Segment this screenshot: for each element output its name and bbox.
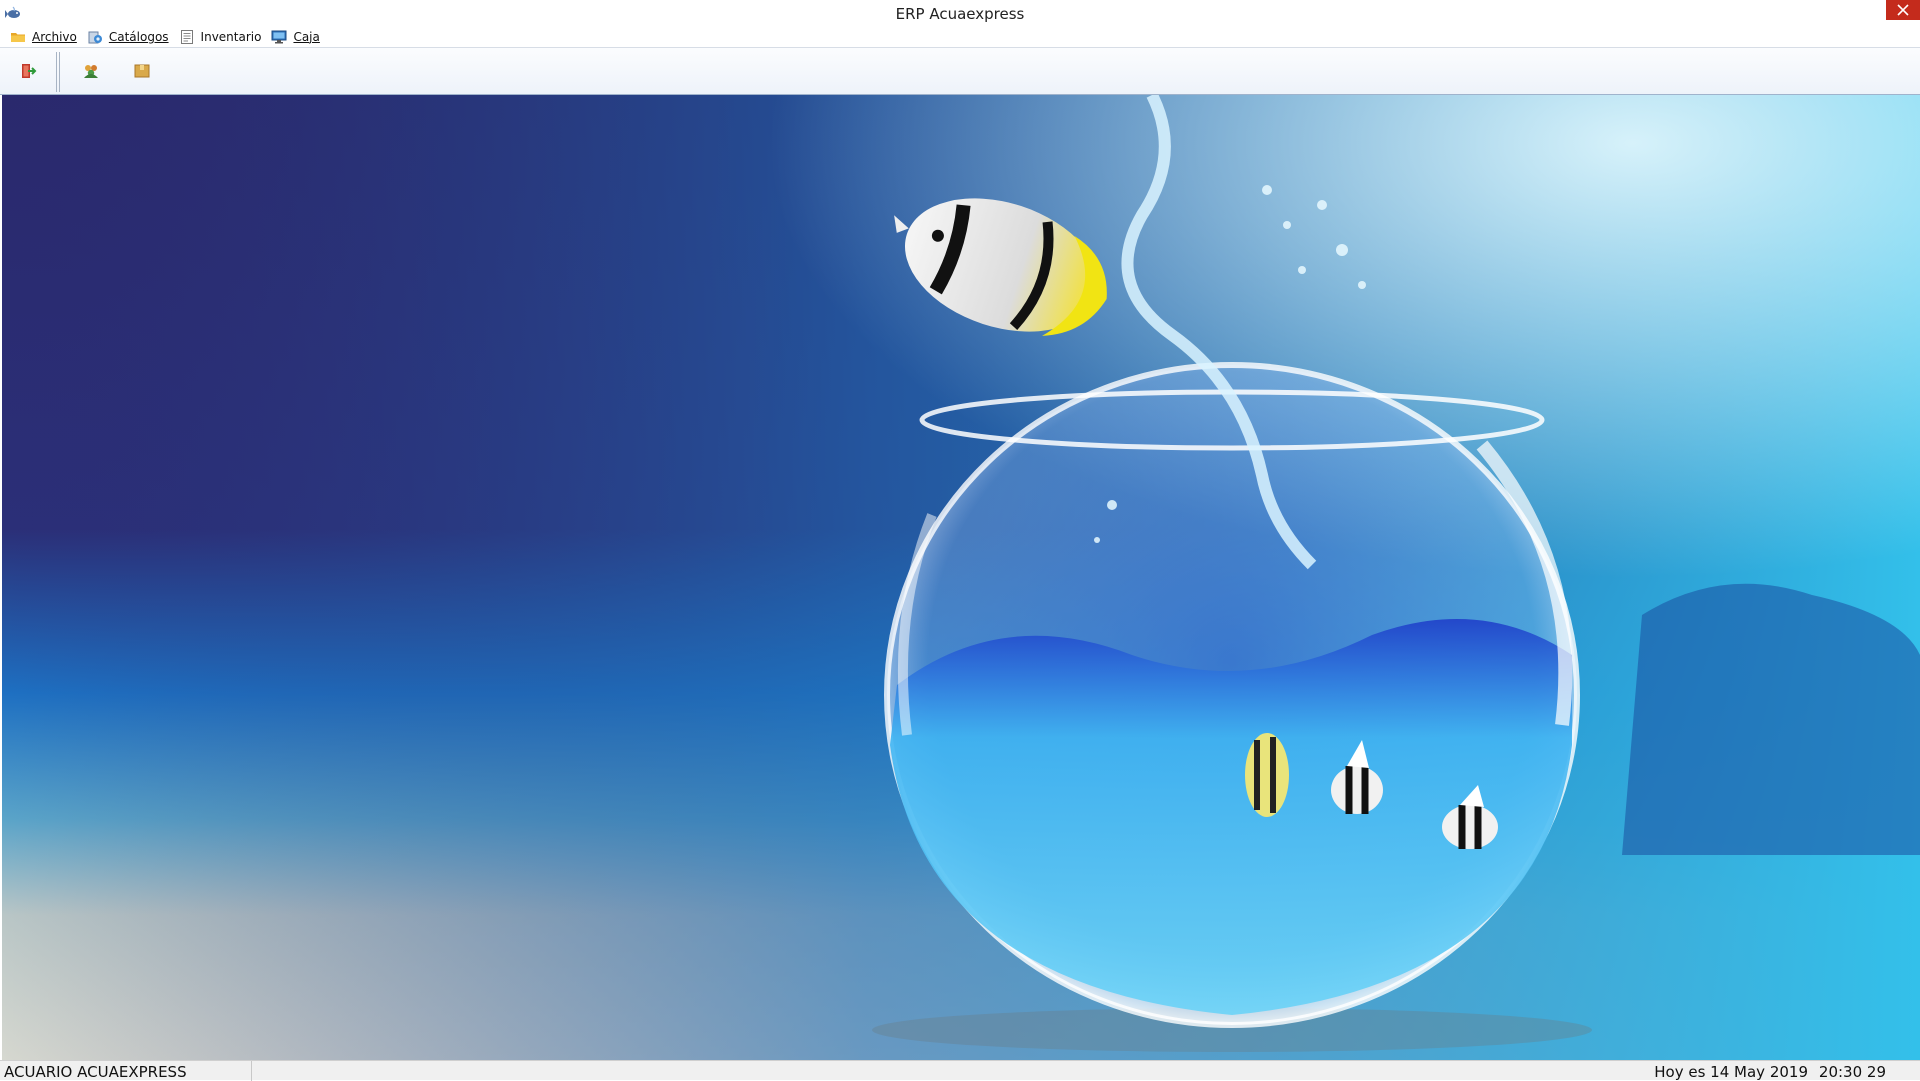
- monitor-icon: [271, 29, 287, 45]
- status-time: 20:30 29: [1818, 1063, 1886, 1081]
- menu-caja-label: Caja: [293, 30, 320, 44]
- users-group-icon: [84, 65, 98, 78]
- desktop-background: [2, 95, 1920, 1060]
- exit-button[interactable]: [17, 60, 39, 82]
- package-button[interactable]: [131, 60, 153, 82]
- close-icon: [1897, 4, 1909, 16]
- status-date: Hoy es 14 May 2019: [1654, 1063, 1808, 1081]
- toolbar-separator: [56, 52, 60, 92]
- document-list-icon: [179, 29, 195, 45]
- menu-archivo-label: Archivo: [32, 30, 77, 44]
- title-bar: ERP Acuaexpress: [0, 0, 1920, 27]
- aquarium-wallpaper-image: [2, 95, 1920, 1060]
- close-button[interactable]: [1886, 0, 1920, 20]
- app-window: ERP Acuaexpress Archivo Catálogos Invent…: [0, 0, 1920, 1081]
- toolbar: [0, 47, 1920, 95]
- exit-door-icon: [22, 64, 37, 78]
- package-box-icon: [134, 64, 150, 78]
- menu-inventario[interactable]: Inventario: [177, 27, 270, 47]
- window-title: ERP Acuaexpress: [895, 5, 1025, 23]
- menu-inventario-label: Inventario: [200, 30, 262, 44]
- folder-icon: [10, 29, 26, 45]
- menu-catalogos[interactable]: Catálogos: [85, 27, 177, 47]
- status-company-name: ACUARIO ACUAEXPRESS: [4, 1063, 187, 1081]
- menu-caja[interactable]: Caja: [269, 27, 327, 47]
- status-divider: [251, 1061, 252, 1081]
- menu-catalogos-label: Catálogos: [108, 30, 169, 44]
- menu-archivo[interactable]: Archivo: [8, 27, 85, 47]
- users-button[interactable]: [80, 60, 102, 82]
- catalog-icon: [87, 29, 103, 45]
- menu-bar: Archivo Catálogos Inventario Caja: [0, 27, 1920, 47]
- status-bar: ACUARIO ACUAEXPRESS Hoy es 14 May 2019 2…: [0, 1060, 1920, 1081]
